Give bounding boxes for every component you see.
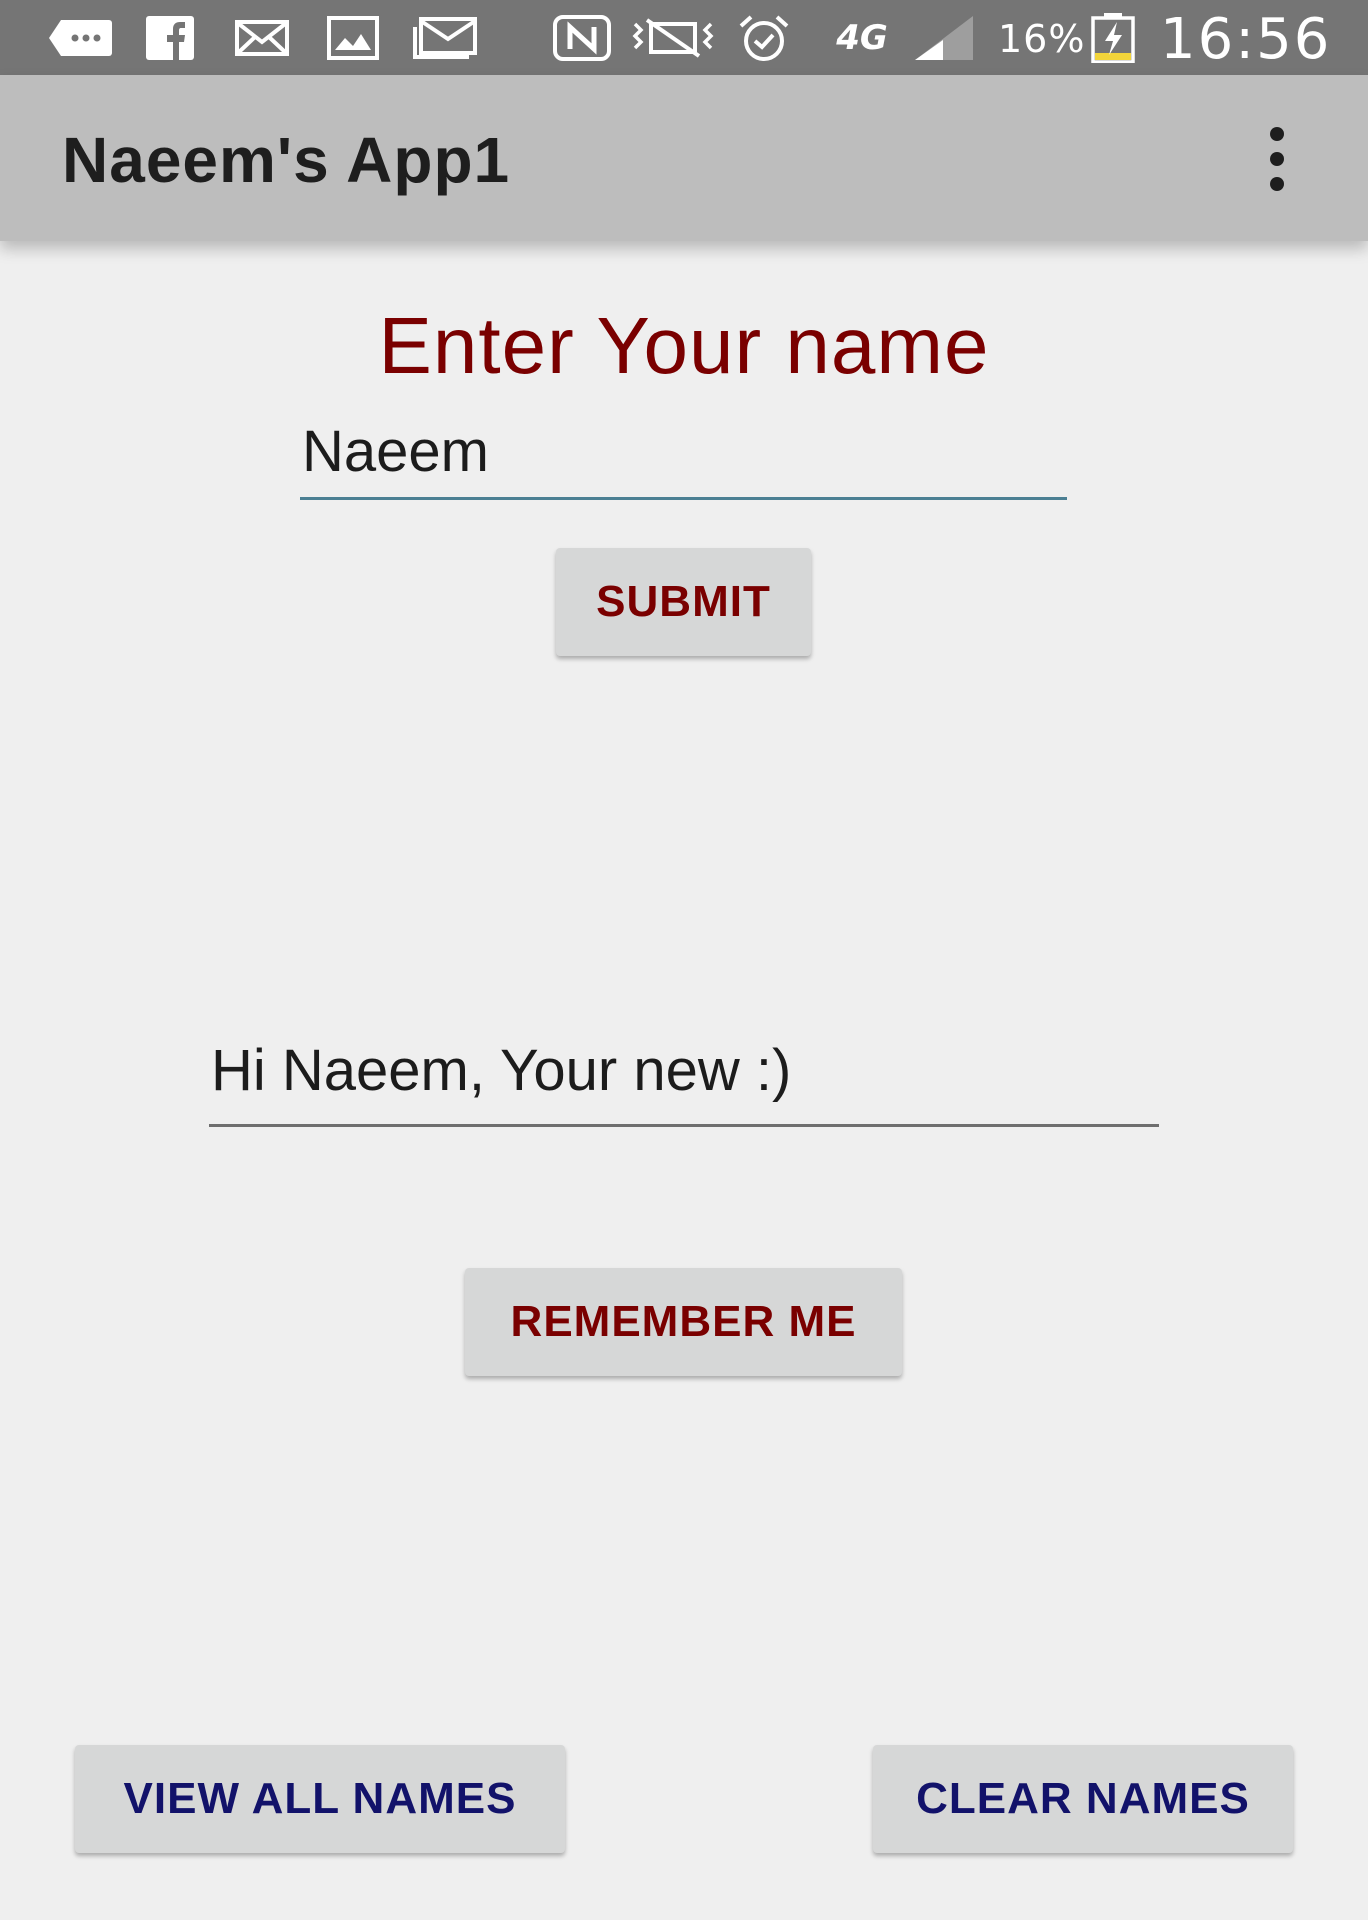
enter-name-label: Enter Your name	[378, 301, 990, 390]
menu-dot	[1270, 177, 1284, 191]
vibrate-icon	[628, 14, 718, 62]
app-screen: 4G 16% 16:56 Naeem's App1 Enter Your nam…	[0, 0, 1368, 1920]
overflow-menu-icon[interactable]	[1252, 127, 1302, 191]
clock-time: 16:56	[1160, 7, 1332, 72]
chat-bubble-icon	[46, 14, 114, 62]
greeting-text-field[interactable]: Hi Naeem, Your new :)	[209, 1025, 1159, 1127]
view-all-names-button[interactable]: VIEW ALL NAMES	[75, 1745, 565, 1853]
signal-icon	[912, 14, 976, 62]
alarm-icon	[736, 14, 792, 62]
mail-icon	[234, 14, 290, 62]
status-bar: 4G 16% 16:56	[0, 0, 1368, 75]
network-4g-icon: 4G	[826, 14, 898, 62]
gallery-icon	[326, 14, 380, 62]
battery-percent: 16%	[998, 17, 1086, 61]
nfc-icon	[552, 14, 612, 62]
remember-me-button[interactable]: REMEMBER ME	[465, 1268, 902, 1376]
clear-names-button[interactable]: CLEAR NAMES	[873, 1745, 1293, 1853]
app-bar: Naeem's App1	[0, 75, 1368, 241]
app-title: Naeem's App1	[62, 124, 511, 196]
gmail-icon	[412, 14, 478, 62]
facebook-icon	[144, 14, 196, 62]
submit-button[interactable]: SUBMIT	[556, 548, 811, 656]
battery-charging-icon	[1088, 13, 1138, 63]
menu-dot	[1270, 127, 1284, 141]
name-input[interactable]	[300, 405, 1067, 500]
network-type-label: 4G	[836, 18, 888, 58]
menu-dot	[1270, 152, 1284, 166]
